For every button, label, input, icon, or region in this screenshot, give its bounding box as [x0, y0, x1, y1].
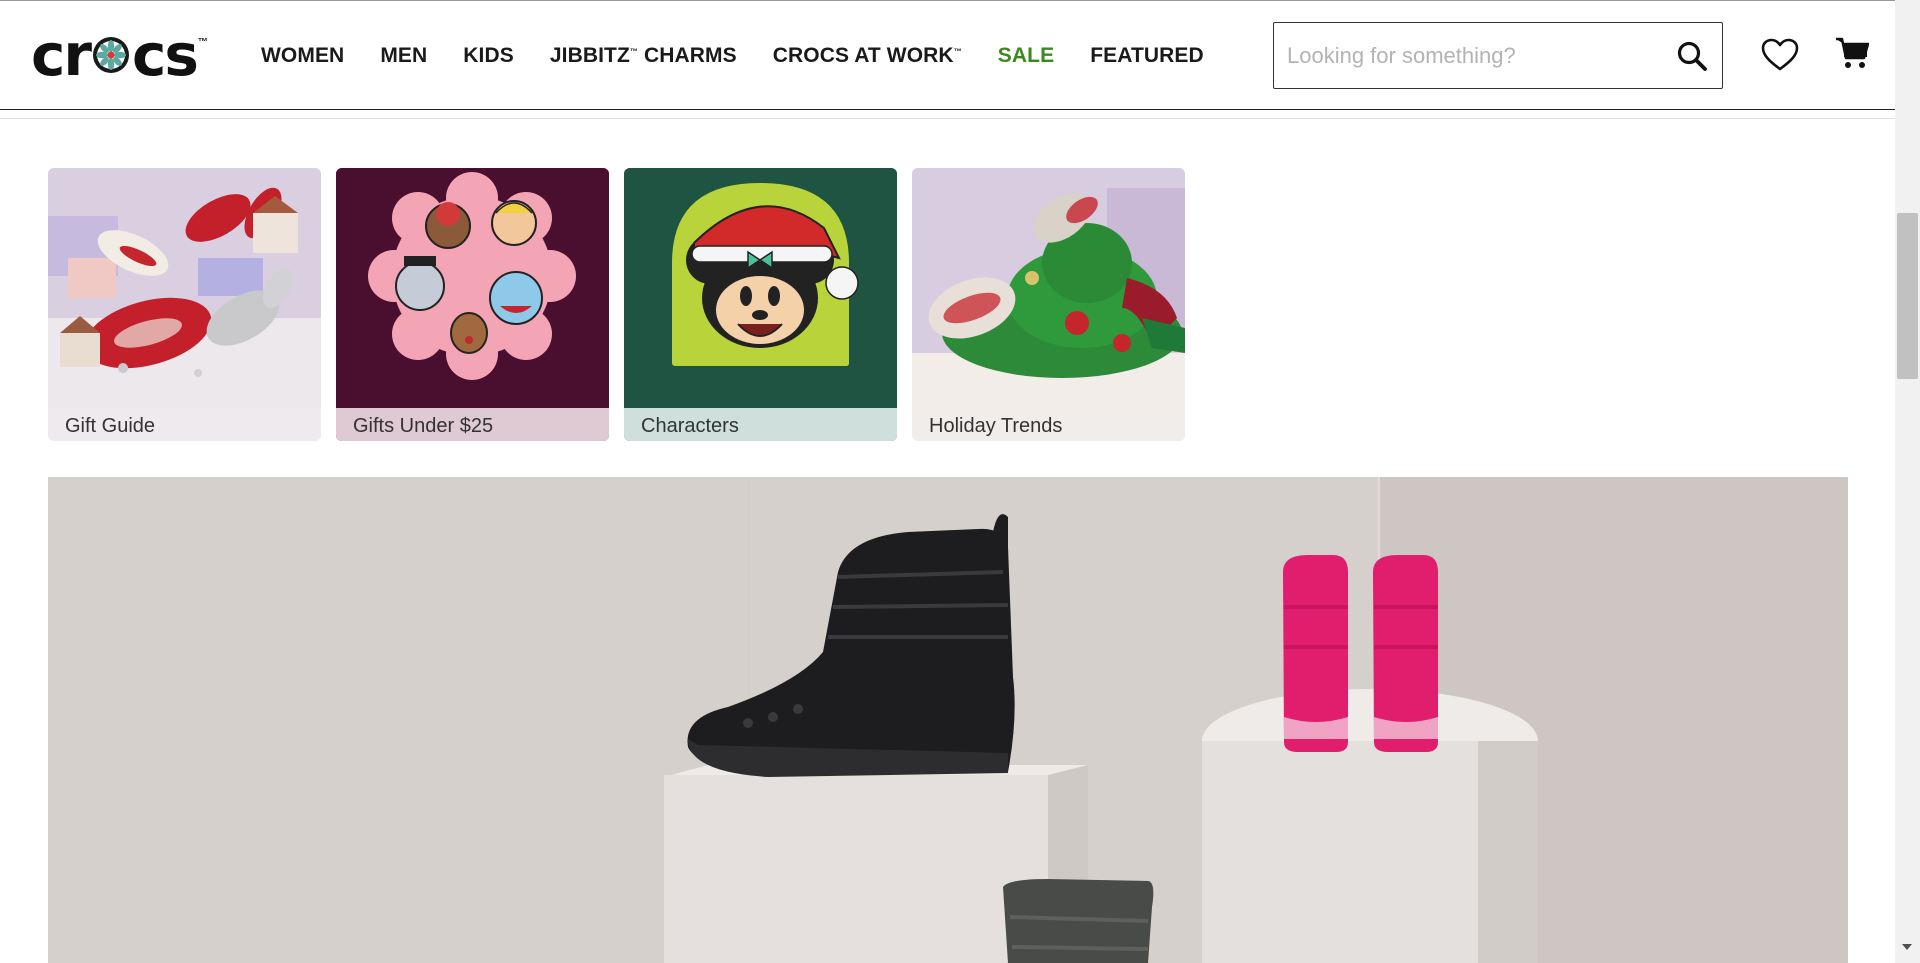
nav-jibbitz-tm: ™	[629, 47, 639, 56]
crocs-logo[interactable]: cr cs ™	[31, 21, 208, 89]
tile-gifts-under-25[interactable]: Gifts Under $25	[336, 168, 609, 441]
nav-crocs-at-work[interactable]: CROCS AT WORK™	[773, 44, 962, 68]
scroll-down-arrow-icon[interactable]	[1902, 944, 1912, 950]
search-icon[interactable]	[1676, 40, 1708, 72]
nav-men-label: MEN	[380, 44, 428, 67]
scrollbar-thumb[interactable]	[1897, 213, 1918, 379]
nav-featured-label: FEATURED	[1090, 44, 1204, 67]
tile-gift-guide[interactable]: Gift Guide	[48, 168, 321, 441]
logo-text-left: cr	[31, 21, 92, 89]
hero-image	[48, 477, 1848, 963]
nav-jibbitz-suffix: CHARMS	[638, 44, 737, 67]
nav-sale[interactable]: SALE	[998, 44, 1054, 68]
gift-guide-image	[48, 168, 321, 408]
hero-banner[interactable]	[48, 477, 1848, 963]
logo-text-right: cs	[131, 21, 199, 89]
cart-icon[interactable]	[1835, 35, 1869, 71]
logo-flower-icon	[92, 37, 129, 73]
nav-women[interactable]: WOMEN	[261, 44, 344, 68]
nav-women-label: WOMEN	[261, 44, 345, 67]
tile-holiday-trends[interactable]: Holiday Trends	[912, 168, 1185, 441]
nav-jibbitz-label: JIBBITZ	[549, 44, 630, 67]
nav-jibbitz-charms[interactable]: JIBBITZ™ CHARMS	[550, 44, 737, 68]
nav-kids[interactable]: KIDS	[463, 44, 514, 68]
tile-caption: Gifts Under $25	[336, 408, 609, 441]
nav-kids-label: KIDS	[463, 44, 514, 67]
main-nav: WOMEN MEN KIDS JIBBITZ™ CHARMS CROCS AT …	[261, 44, 1240, 68]
nav-sale-label: SALE	[997, 44, 1055, 67]
heart-icon[interactable]	[1761, 38, 1799, 72]
nav-men[interactable]: MEN	[380, 44, 427, 68]
nav-crocs-at-work-label: CROCS AT WORK	[772, 44, 954, 67]
page-scrollbar[interactable]	[1895, 0, 1920, 963]
holiday-trends-image	[912, 168, 1185, 408]
header-divider	[0, 118, 1895, 119]
characters-image	[624, 168, 897, 408]
site-header: cr cs ™ WOMEN MEN KIDS JIBBITZ™ CHARMS C…	[0, 0, 1895, 110]
tile-caption: Holiday Trends	[912, 408, 1185, 441]
tile-characters[interactable]: Characters	[624, 168, 897, 441]
logo-trademark: ™	[197, 37, 208, 48]
search-input[interactable]	[1274, 42, 1654, 69]
category-tiles: Gift Guide Gifts Under $25 Characters Ho…	[48, 168, 1185, 441]
tile-caption: Gift Guide	[48, 408, 321, 441]
nav-crocs-at-work-tm: ™	[953, 47, 962, 56]
nav-featured[interactable]: FEATURED	[1090, 44, 1204, 68]
search-box	[1273, 22, 1723, 89]
gifts-under-25-image	[336, 168, 609, 408]
tile-caption: Characters	[624, 408, 897, 441]
